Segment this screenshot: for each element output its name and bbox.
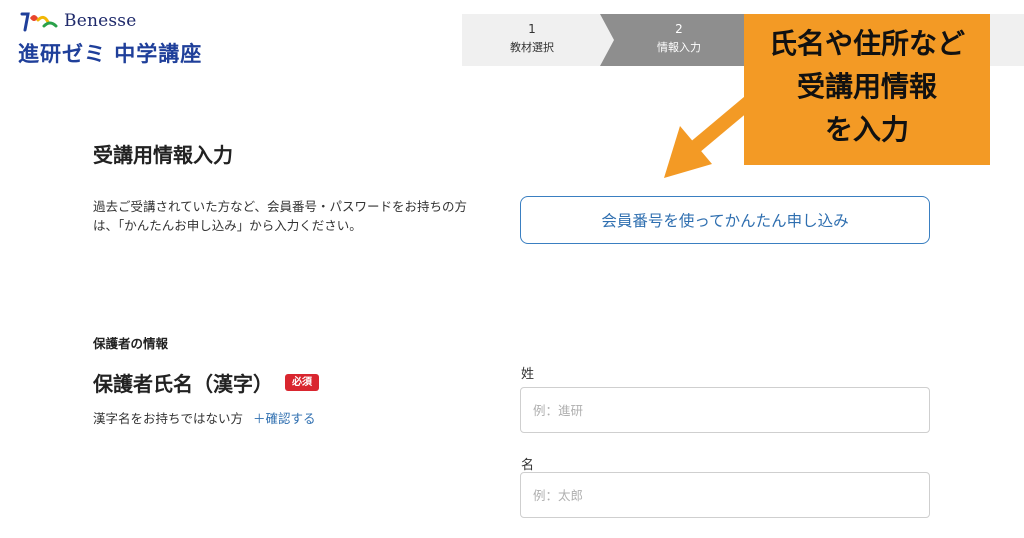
- step-2-number: 2: [675, 22, 683, 36]
- first-name-label: 名: [521, 458, 535, 473]
- logo-brand-text: Benesse: [64, 11, 137, 31]
- easy-application-button[interactable]: 会員番号を使ってかんたん申し込み: [520, 196, 930, 244]
- step-1-label: 教材選択: [510, 41, 554, 54]
- annotation-callout: 氏名や住所など 受講用情報 を入力: [744, 14, 990, 165]
- required-badge: 必須: [285, 374, 319, 391]
- kanji-note: 漢字名をお持ちではない方 ＋確認する: [93, 408, 316, 427]
- benesse-logo-mark-icon: [20, 12, 58, 32]
- callout-line-2: 受講用情報: [796, 70, 937, 103]
- last-name-label: 姓: [521, 367, 535, 382]
- page-title: 受講用情報入力: [93, 143, 233, 167]
- step-1-number: 1: [528, 22, 536, 36]
- guardian-section-heading: 保護者の情報: [93, 336, 169, 351]
- step-2-label: 情報入力: [657, 41, 701, 54]
- intro-text: 過去ご受講されていた方など、会員番号・パスワードをお持ちの方は、「かんたんお申し…: [93, 199, 468, 233]
- callout-line-1: 氏名や住所など: [768, 27, 965, 60]
- logo-course-name: 進研ゼミ 中学講座: [18, 42, 203, 66]
- guardian-name-label: 保護者氏名（漢字） 必須: [93, 368, 319, 397]
- callout-line-3: を入力: [824, 113, 909, 146]
- step-2: 2 情報入力: [600, 14, 758, 66]
- guardian-name-label-text: 保護者氏名（漢字）: [93, 372, 273, 396]
- last-name-input[interactable]: [520, 387, 930, 433]
- benesse-logo[interactable]: Benesse 進研ゼミ 中学講座: [18, 10, 202, 68]
- first-name-input[interactable]: [520, 472, 930, 518]
- step-1-content: 1 教材選択: [462, 14, 602, 66]
- kanji-note-text: 漢字名をお持ちではない方: [93, 411, 244, 426]
- confirm-link[interactable]: ＋確認する: [253, 411, 316, 426]
